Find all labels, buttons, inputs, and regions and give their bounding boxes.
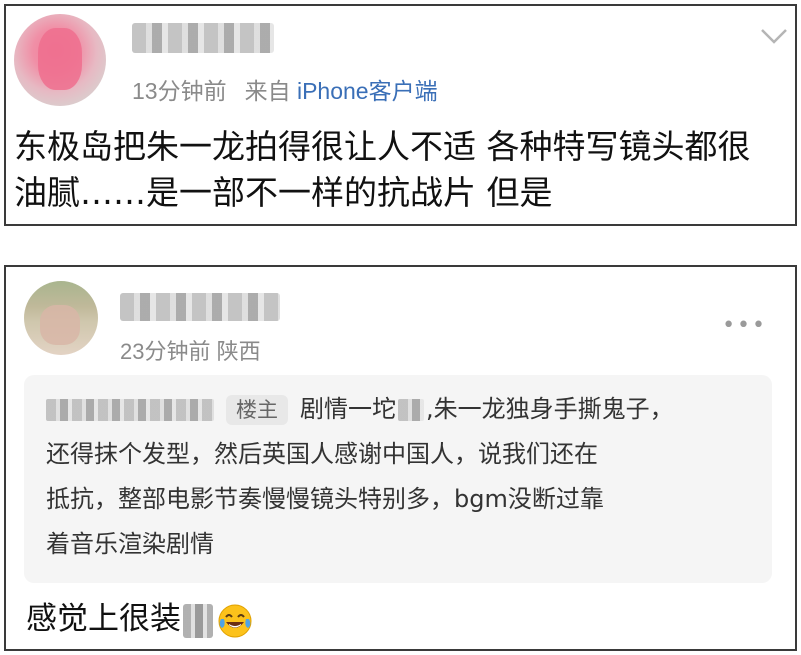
comment-location: 陕西 (216, 339, 261, 364)
censored-word-blurred (398, 399, 424, 421)
post-author-avatar[interactable] (14, 14, 106, 106)
post-body-line: 东极岛把朱一龙拍得很让人不适 各种特写镜头都很 (14, 127, 751, 166)
more-dots-icon[interactable]: ••• (722, 313, 767, 338)
quoted-reply-text: 楼主 剧情一坨 ,朱一龙独身手撕鬼子， 还得抹个发型，然后英国人感谢中国人，说我们还… (46, 387, 758, 567)
reply-text-part: 剧情一坨 (300, 395, 396, 423)
post-time: 13分钟前 (132, 78, 227, 104)
op-badge: 楼主 (226, 395, 288, 425)
comment-author-avatar[interactable] (24, 281, 98, 355)
comment-card: 23分钟前 陕西 ••• 楼主 剧情一坨 ,朱一龙独身手撕鬼子， 还得抹个发型，然后… (4, 265, 797, 651)
post-source-client[interactable]: iPhone客户端 (297, 78, 438, 104)
quoted-reply-line: 抵抗，整部电影节奏慢慢镜头特别多，bgm没断过靠 (46, 485, 604, 513)
comment-author-name-blurred[interactable] (120, 293, 280, 321)
comment-time: 23分钟前 (120, 339, 211, 364)
quoted-reply-line: 着音乐渲染剧情 (46, 530, 214, 558)
censored-word-blurred (183, 603, 213, 638)
quoted-reply-line: 楼主 剧情一坨 ,朱一龙独身手撕鬼子， (46, 387, 758, 432)
post-body: 东极岛把朱一龙拍得很让人不适 各种特写镜头都很 油腻……是一部不一样的抗战片 但… (14, 124, 794, 216)
post-body-line: 油腻……是一部不一样的抗战片 但是 (14, 173, 553, 212)
quoted-username-blurred[interactable] (46, 399, 214, 421)
quoted-reply-line: 还得抹个发型，然后英国人感谢中国人，说我们还在 (46, 440, 598, 468)
quoted-reply[interactable]: 楼主 剧情一坨 ,朱一龙独身手撕鬼子， 还得抹个发型，然后英国人感谢中国人，说我们还… (24, 375, 772, 583)
post-source-prefix: 来自 (244, 78, 291, 104)
post-card: 13分钟前 来自 iPhone客户端 东极岛把朱一龙拍得很让人不适 各种特写镜头都… (4, 4, 797, 226)
post-meta: 13分钟前 来自 iPhone客户端 (132, 72, 438, 106)
chevron-down-icon[interactable] (759, 24, 789, 48)
comment-body: 感觉上很装 (26, 597, 253, 641)
post-author-name-blurred[interactable] (132, 23, 274, 53)
reply-text-part: ,朱一龙独身手撕鬼子， (426, 395, 674, 423)
laughing-tears-emoji-icon (218, 604, 252, 637)
comment-body-text: 感觉上很装 (26, 601, 181, 637)
comment-meta: 23分钟前 陕西 (120, 334, 261, 366)
